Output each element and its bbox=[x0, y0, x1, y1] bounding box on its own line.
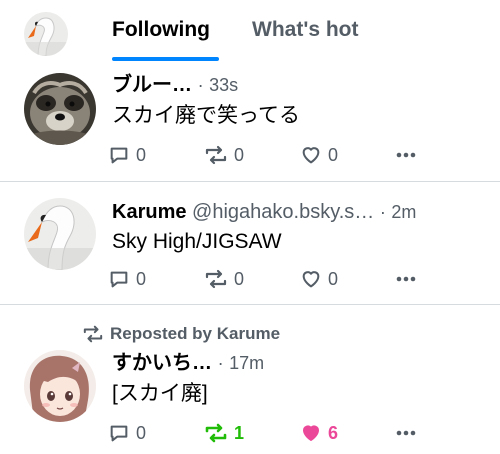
heart-icon bbox=[302, 147, 320, 164]
repost-button[interactable]: 0 bbox=[204, 144, 244, 166]
more-dots-icon bbox=[396, 152, 416, 158]
feed-post[interactable]: Reposted by Karume すかいち… · 17m [スカイ廃] 0 bbox=[0, 306, 500, 454]
repost-count: 0 bbox=[234, 144, 245, 165]
tab-following[interactable]: Following bbox=[112, 16, 210, 44]
reply-icon bbox=[110, 271, 128, 288]
user-avatar[interactable] bbox=[24, 12, 68, 56]
repost-icon bbox=[205, 423, 227, 443]
reply-count: 0 bbox=[136, 144, 147, 165]
post-time[interactable]: 33s bbox=[209, 75, 238, 95]
author-name[interactable]: ブルー… bbox=[112, 74, 192, 96]
author-handle[interactable]: @higahako.bsky.s… bbox=[192, 201, 374, 223]
author-name[interactable]: Karume bbox=[112, 201, 186, 223]
feed-post[interactable]: Karume @higahako.bsky.s… · 2m Sky High/J… bbox=[0, 182, 500, 305]
reposted-by-label: Reposted by Karume bbox=[110, 324, 281, 343]
like-button[interactable]: 0 bbox=[300, 268, 338, 290]
post-meta: Karume @higahako.bsky.s… · 2m bbox=[112, 199, 416, 225]
repost-icon bbox=[83, 325, 103, 343]
tab-whats-hot[interactable]: What's hot bbox=[252, 16, 358, 44]
reply-icon bbox=[110, 425, 128, 442]
like-count: 0 bbox=[328, 268, 339, 289]
meta-separator: · bbox=[217, 353, 224, 373]
repost-icon bbox=[205, 145, 227, 165]
like-button[interactable]: 6 bbox=[300, 422, 338, 444]
like-count: 0 bbox=[328, 144, 339, 165]
reply-button[interactable]: 0 bbox=[108, 268, 146, 290]
repost-count: 1 bbox=[234, 422, 245, 443]
feed-header: Following What's hot bbox=[0, 0, 500, 61]
post-meta: すかいち… · 17m bbox=[112, 350, 264, 376]
post-time[interactable]: 2m bbox=[391, 202, 416, 222]
heart-filled-icon bbox=[302, 425, 320, 442]
reply-count: 0 bbox=[136, 268, 147, 289]
heart-icon bbox=[302, 271, 320, 288]
feed-post[interactable]: ブルー… · 33s スカイ廃で笑ってる 0 0 0 bbox=[0, 61, 500, 182]
post-text: スカイ廃で笑ってる bbox=[112, 104, 300, 127]
avatar[interactable] bbox=[24, 73, 96, 145]
more-options-button[interactable] bbox=[394, 268, 418, 290]
repost-button[interactable]: 1 bbox=[204, 422, 244, 444]
more-options-button[interactable] bbox=[394, 422, 418, 444]
repost-icon bbox=[205, 269, 227, 289]
repost-attribution[interactable]: Reposted by Karume bbox=[82, 324, 280, 344]
post-time[interactable]: 17m bbox=[229, 353, 264, 373]
meta-separator: · bbox=[197, 75, 204, 95]
like-button[interactable]: 0 bbox=[300, 144, 338, 166]
avatar[interactable] bbox=[24, 198, 96, 270]
more-options-button[interactable] bbox=[394, 144, 418, 166]
more-dots-icon bbox=[396, 430, 416, 436]
post-actions: 0 0 0 bbox=[108, 268, 488, 294]
reply-count: 0 bbox=[136, 422, 147, 443]
like-count: 6 bbox=[328, 422, 339, 443]
avatar[interactable] bbox=[24, 350, 96, 422]
post-text: Sky High/JIGSAW bbox=[112, 230, 282, 253]
post-text: [スカイ廃] bbox=[112, 382, 208, 405]
repost-button[interactable]: 0 bbox=[204, 268, 244, 290]
repost-count: 0 bbox=[234, 268, 245, 289]
reply-button[interactable]: 0 bbox=[108, 422, 146, 444]
reply-icon bbox=[110, 147, 128, 164]
post-meta: ブルー… · 33s bbox=[112, 72, 238, 98]
post-actions: 0 0 0 bbox=[108, 144, 488, 170]
more-dots-icon bbox=[396, 276, 416, 282]
meta-separator: · bbox=[379, 202, 386, 222]
post-actions: 0 1 6 bbox=[108, 422, 488, 448]
author-name[interactable]: すかいち… bbox=[112, 352, 212, 374]
reply-button[interactable]: 0 bbox=[108, 144, 146, 166]
